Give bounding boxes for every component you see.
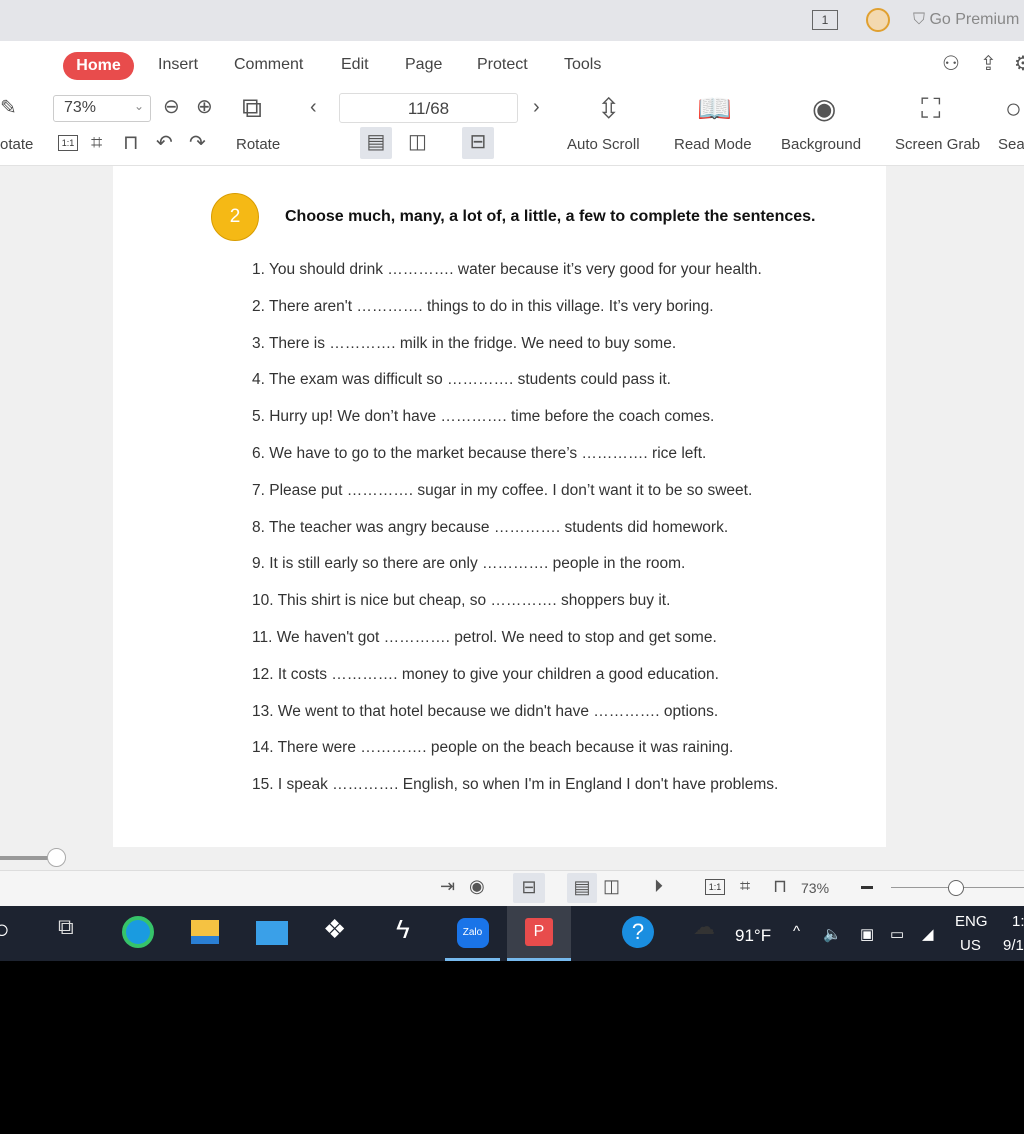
fit-page-status-icon[interactable]: ⌗	[740, 877, 750, 895]
sentence-item: 1. You should drink …………. water because …	[252, 261, 762, 278]
play-icon[interactable]: ⏵	[654, 877, 663, 895]
exercise-number-badge: 2	[211, 193, 259, 241]
weather-icon[interactable]: ☁	[693, 916, 715, 938]
search-button[interactable]: Sea	[998, 136, 1024, 153]
zoom-minus-button[interactable]	[861, 886, 873, 889]
volume-icon[interactable]: 🔈	[823, 925, 842, 943]
horizontal-scrollbar[interactable]	[0, 856, 52, 860]
fit-page-icon[interactable]: ⌗	[91, 133, 102, 153]
exit-icon[interactable]: ⇥	[440, 877, 455, 895]
dropbox-icon[interactable]: ❖	[323, 916, 346, 942]
two-page-icon[interactable]: ◫	[408, 132, 427, 152]
zoom-select[interactable]: 73% ⌄	[53, 95, 151, 122]
pdf-app-icon: P	[525, 918, 553, 946]
page-count-icon[interactable]: 1	[812, 10, 838, 30]
task-view-icon[interactable]: ⧉	[58, 916, 74, 938]
eye-icon[interactable]: ◉	[812, 95, 836, 123]
rotate-right-icon[interactable]: ↷	[189, 133, 206, 153]
tab-page[interactable]: Page	[405, 56, 442, 74]
zoom-out-icon[interactable]: ⊖	[163, 97, 180, 117]
read-mode-button[interactable]: Read Mode	[674, 136, 752, 153]
sentence-item: 5. Hurry up! We don’t have …………. time be…	[252, 408, 715, 426]
sentence-item: 8. The teacher was angry because …………. s…	[252, 518, 729, 536]
exercise-instruction: Choose much, many, a lot of, a little, a…	[285, 208, 816, 225]
sentence-item: 7. Please put …………. sugar in my coffee. …	[252, 481, 753, 499]
tab-protect[interactable]: Protect	[477, 56, 528, 74]
help-icon[interactable]: ?	[622, 916, 654, 948]
actual-size-button[interactable]: 1:1	[58, 135, 78, 151]
meet-icon[interactable]: ▣	[860, 925, 874, 943]
sentence-item: 12. It costs …………. money to give your ch…	[252, 665, 719, 683]
wifi-icon[interactable]: ◢	[922, 925, 934, 943]
rotate-button[interactable]: Rotate	[236, 136, 280, 153]
sentence-item: 6. We have to go to the market because t…	[252, 445, 707, 462]
crown-icon: ⛉	[913, 11, 926, 28]
background-button[interactable]: Background	[781, 136, 861, 153]
continuous-status-icon[interactable]: ⊟	[513, 873, 545, 903]
single-page-icon[interactable]: ▤	[360, 127, 392, 159]
book-icon[interactable]: 📖	[697, 95, 732, 123]
sentence-item: 13. We went to that hotel because we did…	[252, 702, 719, 720]
app-icon[interactable]: ϟ	[396, 916, 410, 942]
zoom-slider-thumb[interactable]	[948, 880, 964, 896]
go-premium-button[interactable]: ⛉ Go Premium	[913, 11, 1019, 29]
avatar[interactable]	[866, 8, 890, 32]
screen-grab-icon[interactable]: ⛶	[921, 95, 941, 123]
sentence-item: 15. I speak …………. English, so when I'm i…	[252, 776, 779, 794]
sentence-item: 14. There were …………. people on the beach…	[252, 739, 734, 757]
clock-date[interactable]: 9/1	[1003, 937, 1024, 954]
rotate-left-icon[interactable]: ↶	[156, 133, 173, 153]
zoom-status[interactable]: 73%	[801, 880, 829, 896]
file-explorer-icon[interactable]	[191, 920, 219, 944]
edge-icon[interactable]	[122, 916, 154, 948]
tab-comment[interactable]: Comment	[234, 56, 303, 74]
two-page-status-icon[interactable]: ◫	[603, 877, 620, 895]
zalo-taskbar-item[interactable]: Zalo	[445, 906, 500, 961]
zoom-in-icon[interactable]: ⊕	[196, 97, 213, 117]
scrollbar-thumb[interactable]	[47, 848, 66, 867]
clock-time[interactable]: 1:	[1012, 913, 1024, 930]
pdf-taskbar-item[interactable]: P	[507, 906, 571, 961]
search-icon[interactable]: ○	[1005, 95, 1022, 123]
page-number-input[interactable]: 11/68	[339, 93, 518, 123]
fit-width-icon[interactable]: ⊓	[123, 133, 139, 153]
add-user-icon[interactable]: ⚇	[942, 54, 960, 74]
sentence-item: 4. The exam was difficult so …………. stude…	[252, 371, 671, 389]
edit-icon[interactable]: ✎	[0, 98, 17, 118]
screen-grab-button[interactable]: Screen Grab	[895, 136, 980, 153]
continuous-icon[interactable]: ⊟	[462, 127, 494, 159]
single-page-status-icon[interactable]: ▤	[567, 873, 597, 903]
actual-size-status[interactable]: 1:1	[705, 879, 725, 895]
next-page-icon[interactable]: ›	[533, 97, 540, 117]
tab-edit[interactable]: Edit	[341, 56, 369, 74]
show-hidden-icons[interactable]: ^	[793, 923, 800, 940]
sentence-item: 2. There aren't …………. things to do in th…	[252, 297, 714, 315]
chevron-down-icon: ⌄	[133, 99, 144, 113]
tab-home[interactable]: Home	[63, 52, 134, 80]
sentence-item: 11. We haven't got …………. petrol. We need…	[252, 629, 717, 646]
sentence-item: 10. This shirt is nice but cheap, so …………	[252, 592, 671, 610]
fit-width-status-icon[interactable]: ⊓	[773, 877, 787, 895]
zalo-icon: Zalo	[456, 918, 489, 948]
language-top[interactable]: ENG	[955, 913, 988, 930]
weather-temp[interactable]: 91°F	[735, 926, 771, 946]
prev-page-icon[interactable]: ‹	[310, 97, 317, 117]
mail-icon[interactable]	[256, 921, 288, 945]
rotate-icon[interactable]: ⧉	[242, 94, 262, 122]
tab-insert[interactable]: Insert	[158, 56, 198, 74]
tab-tools[interactable]: Tools	[564, 56, 601, 74]
search-taskbar-icon[interactable]: ○	[0, 916, 10, 942]
rotate-partial-label: otate	[0, 136, 34, 153]
auto-scroll-icon[interactable]: ⇳	[597, 95, 620, 123]
zoom-value: 73%	[64, 99, 97, 116]
battery-icon[interactable]: ▭	[890, 925, 904, 943]
sentence-item: 9. It is still early so there are only ……	[252, 555, 686, 573]
share-icon[interactable]: ⇪	[980, 54, 997, 74]
sentence-item: 3. There is …………. milk in the fridge. We…	[252, 334, 677, 352]
go-premium-label: Go Premium	[929, 11, 1020, 28]
eye-protect-icon[interactable]: ◉	[469, 877, 485, 895]
language-bottom[interactable]: US	[960, 937, 981, 954]
auto-scroll-button[interactable]: Auto Scroll	[567, 136, 640, 153]
settings-icon[interactable]: ⚙	[1014, 54, 1024, 74]
